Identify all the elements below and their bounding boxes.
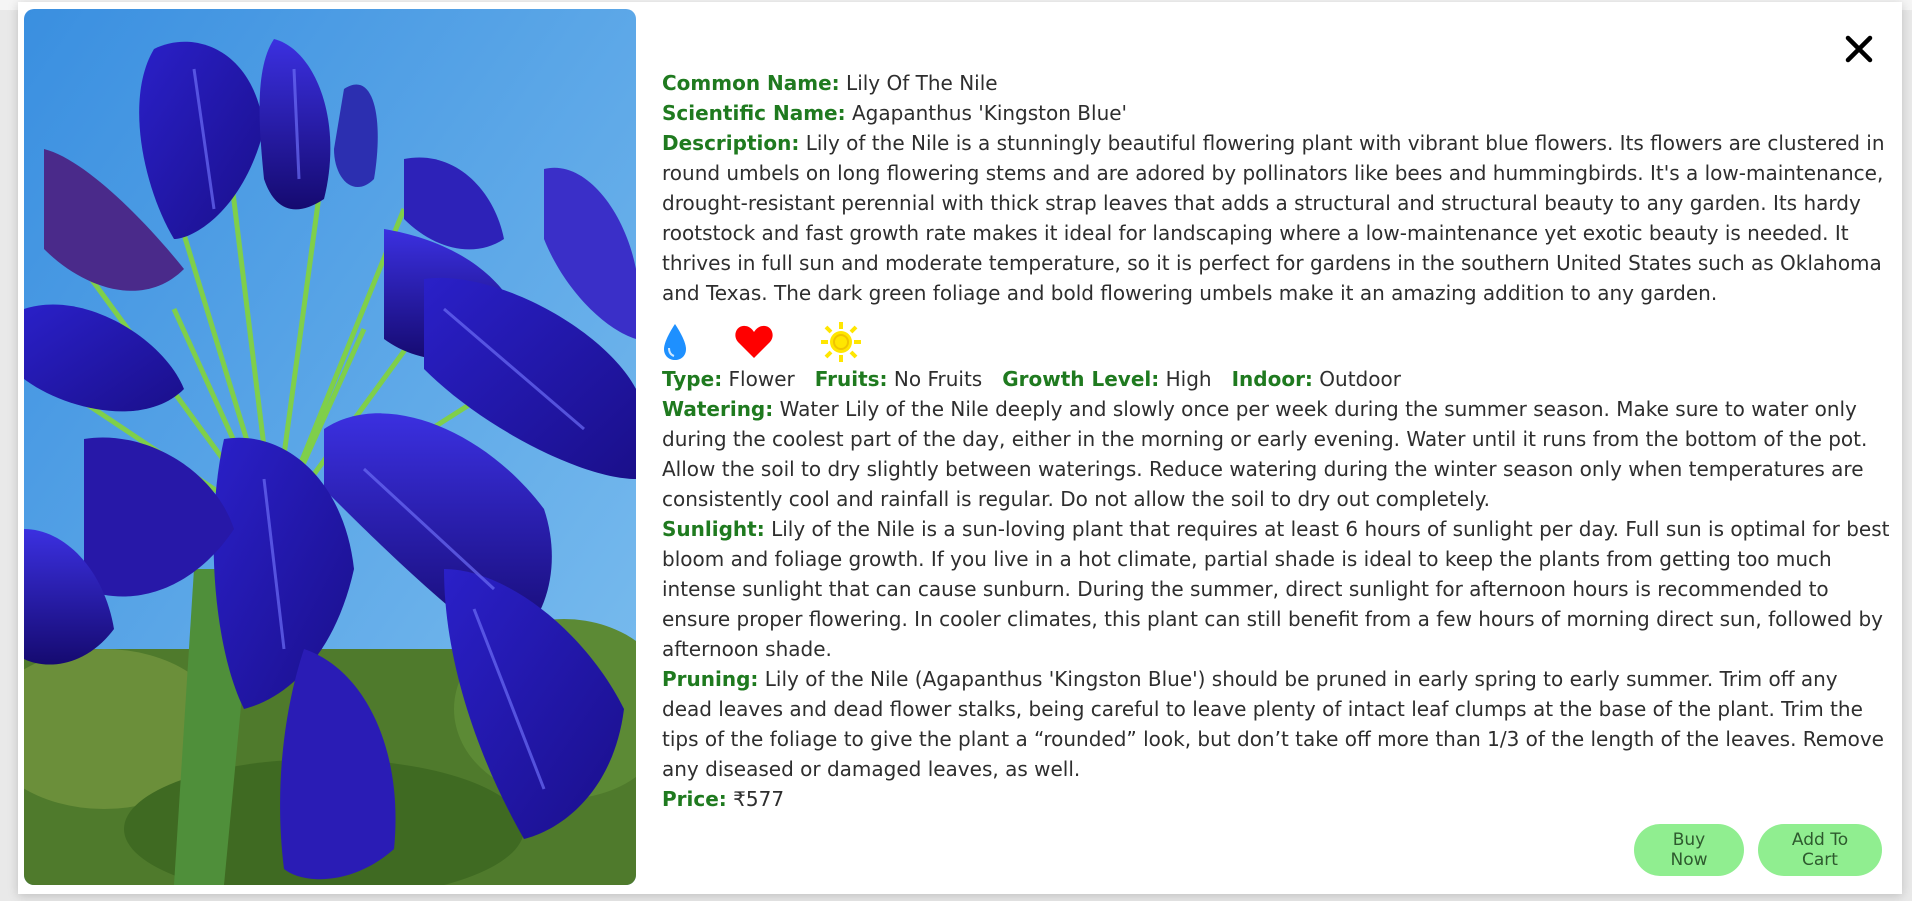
type-attr: Type: Flower: [662, 364, 795, 394]
indoor-attr: Indoor: Outdoor: [1232, 364, 1401, 394]
watering-label: Watering:: [662, 397, 774, 421]
sun-icon: [820, 321, 862, 363]
common-name-label: Common Name:: [662, 71, 840, 95]
growth-label: Growth Level:: [1002, 367, 1160, 391]
common-name-row: Common Name: Lily Of The Nile: [662, 68, 1892, 98]
scientific-name-value: Agapanthus 'Kingston Blue': [851, 101, 1128, 125]
price-label: Price:: [662, 787, 727, 811]
pruning-row: Pruning: Lily of the Nile (Agapanthus 'K…: [662, 664, 1892, 784]
indoor-label: Indoor:: [1231, 367, 1313, 391]
heart-icon: [734, 324, 774, 360]
price-row: Price: ₹577: [662, 784, 1892, 814]
product-modal: Common Name: Lily Of The Nile Scientific…: [18, 2, 1902, 894]
type-value: Flower: [728, 367, 795, 391]
watering-row: Watering: Water Lily of the Nile deeply …: [662, 394, 1892, 514]
buy-now-button[interactable]: Buy Now: [1634, 824, 1744, 876]
product-details: Common Name: Lily Of The Nile Scientific…: [662, 68, 1892, 814]
agapanthus-flower-image: [24, 9, 636, 885]
growth-attr: Growth Level: High: [1002, 364, 1211, 394]
sunlight-row: Sunlight: Lily of the Nile is a sun-lovi…: [662, 514, 1892, 664]
common-name-value: Lily Of The Nile: [846, 71, 998, 95]
plant-photo: [24, 9, 636, 885]
fruits-attr: Fruits: No Fruits: [815, 364, 983, 394]
indoor-value: Outdoor: [1319, 367, 1401, 391]
growth-value: High: [1165, 367, 1212, 391]
action-buttons: Buy Now Add To Cart: [1634, 824, 1882, 876]
pruning-text: Lily of the Nile (Agapanthus 'Kingston B…: [662, 667, 1884, 781]
price-value: ₹577: [733, 787, 785, 811]
add-to-cart-button[interactable]: Add To Cart: [1758, 824, 1882, 876]
scientific-name-label: Scientific Name:: [662, 101, 846, 125]
pruning-label: Pruning:: [662, 667, 759, 691]
care-icons: [662, 320, 1892, 364]
water-drop-icon: [662, 322, 688, 362]
fruits-label: Fruits:: [814, 367, 888, 391]
watering-text: Water Lily of the Nile deeply and slowly…: [662, 397, 1868, 511]
description-label: Description:: [662, 131, 800, 155]
description-row: Description: Lily of the Nile is a stunn…: [662, 128, 1892, 308]
sunlight-label: Sunlight:: [662, 517, 765, 541]
close-icon: [1845, 35, 1873, 63]
fruits-value: No Fruits: [893, 367, 983, 391]
scientific-name-row: Scientific Name: Agapanthus 'Kingston Bl…: [662, 98, 1892, 128]
description-text: Lily of the Nile is a stunningly beautif…: [662, 131, 1885, 305]
sunlight-text: Lily of the Nile is a sun-loving plant t…: [662, 517, 1890, 661]
attributes-row: Type: Flower Fruits: No Fruits Growth Le…: [662, 364, 1892, 394]
close-button[interactable]: [1842, 32, 1876, 66]
type-label: Type:: [662, 367, 723, 391]
